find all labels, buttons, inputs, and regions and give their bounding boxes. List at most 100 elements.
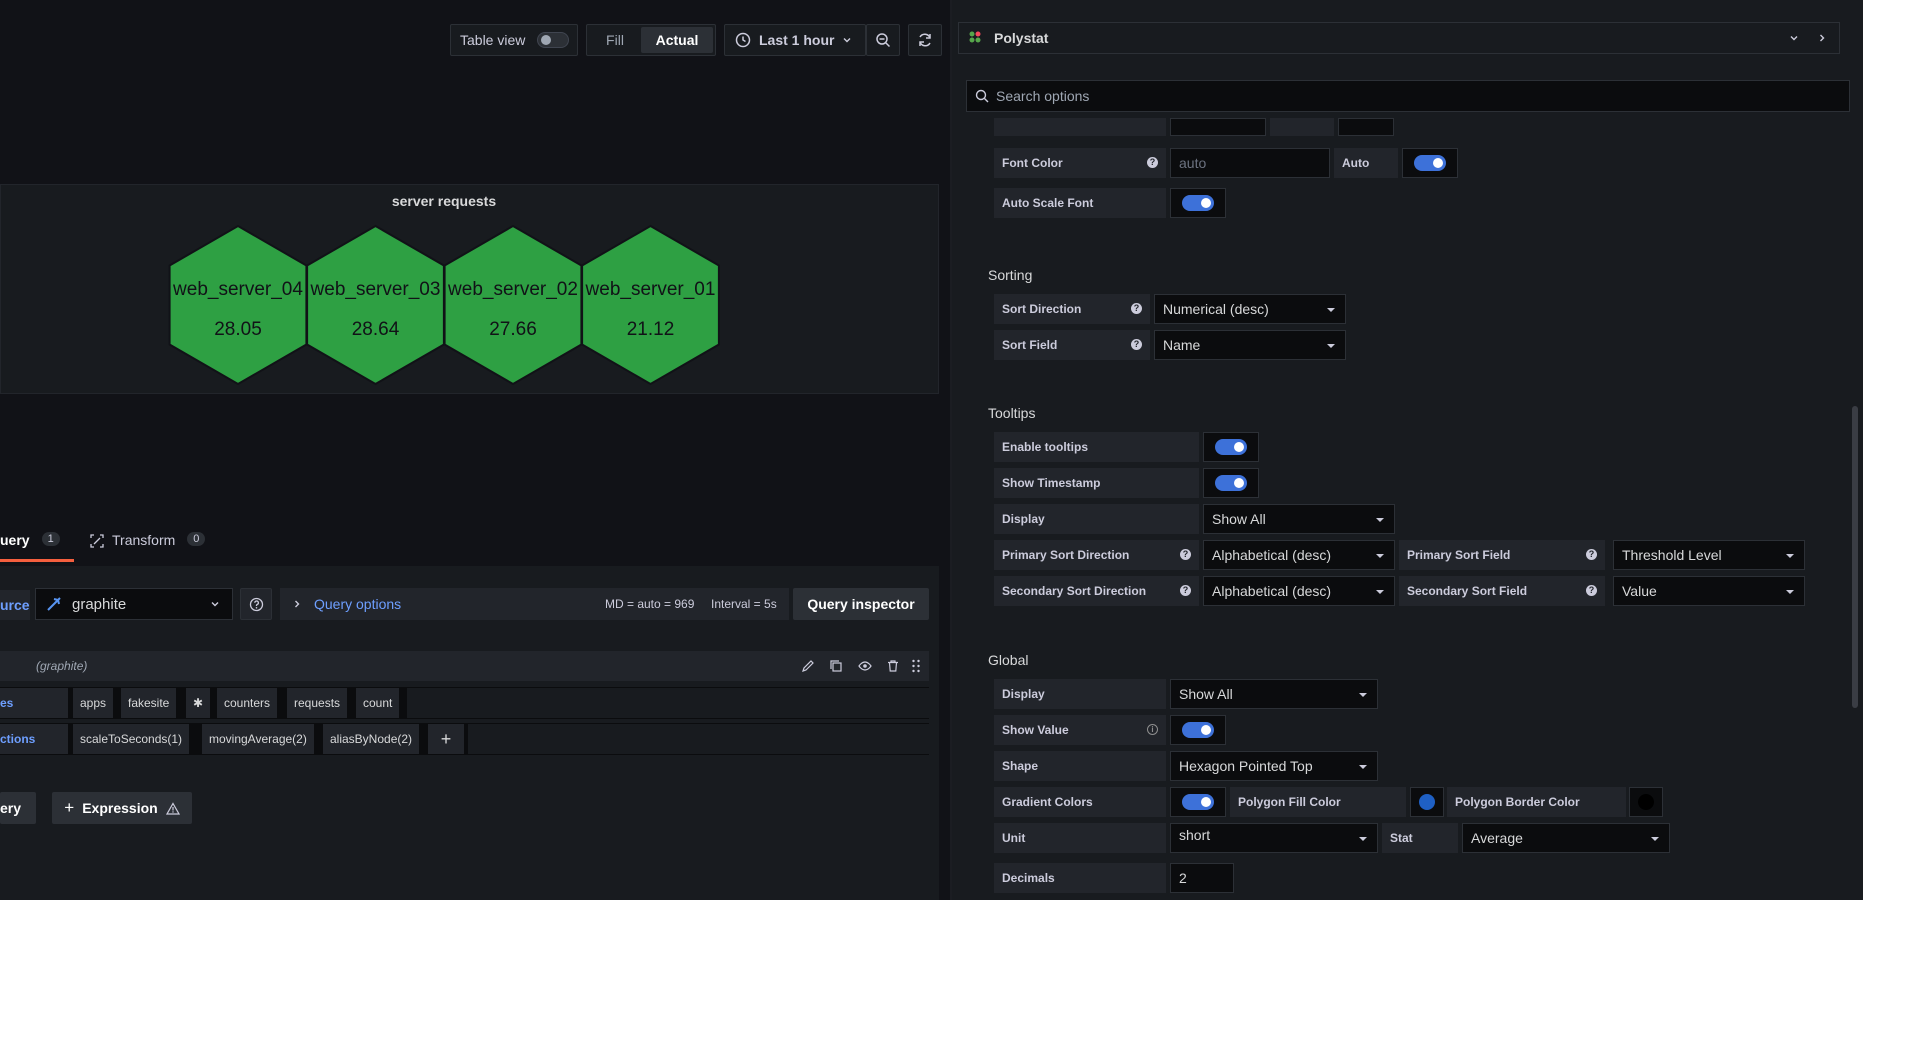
show-timestamp-cell [1203, 468, 1259, 498]
help-icon: ? [1586, 549, 1597, 560]
caret-down-icon [1327, 308, 1335, 312]
show-timestamp-toggle[interactable] [1215, 475, 1247, 491]
auto-scale-font-label: Auto Scale Font [994, 188, 1166, 218]
polygon-border-color-cell [1629, 787, 1663, 817]
polygon-fill-color-cell [1410, 787, 1444, 817]
query-inspector-button[interactable]: Query inspector [793, 588, 929, 620]
expression-label: Expression [82, 800, 158, 816]
grafana-panel-editor: Table view Fill Actual Last 1 hour serve… [0, 0, 1863, 900]
table-view-toggle[interactable]: Table view [450, 24, 578, 56]
refresh-button[interactable] [908, 24, 942, 56]
secondary-sort-field-select[interactable]: Value [1613, 576, 1805, 606]
unit-select[interactable]: short [1170, 823, 1378, 853]
actual-button[interactable]: Actual [641, 27, 713, 53]
drag-handle-icon[interactable] [911, 659, 921, 673]
add-expression-button[interactable]: + Expression [52, 792, 192, 824]
fill-button[interactable]: Fill [589, 32, 641, 48]
decimals-input[interactable]: 2 [1170, 863, 1234, 893]
add-query-button[interactable]: ery [0, 792, 36, 824]
tab-query[interactable]: uery 1 [0, 532, 74, 562]
auto-scale-font-cell [1170, 188, 1226, 218]
show-value-cell [1170, 715, 1226, 745]
caret-down-icon [1327, 344, 1335, 348]
search-options-input[interactable]: Search options [966, 80, 1850, 112]
primary-sort-direction-select[interactable]: Alphabetical (desc) [1203, 540, 1395, 570]
copy-icon[interactable] [829, 659, 843, 673]
help-icon: ? [1147, 157, 1158, 168]
polygon-fill-color-swatch[interactable] [1419, 794, 1435, 810]
chevron-right-icon [295, 600, 300, 608]
series-tag-apps[interactable]: apps [73, 688, 114, 718]
sort-direction-select[interactable]: Numerical (desc) [1154, 294, 1346, 324]
function-scale-to-seconds[interactable]: scaleToSeconds(1) [73, 724, 190, 754]
series-label: es [0, 688, 68, 718]
global-title: Global [988, 652, 1029, 668]
query-options-bar[interactable]: Query options MD = auto = 969 Interval =… [280, 588, 789, 620]
search-icon [975, 89, 989, 103]
primary-sort-field-select[interactable]: Threshold Level [1613, 540, 1805, 570]
shape-select[interactable]: Hexagon Pointed Top [1170, 751, 1378, 781]
tab-transform-label: Transform [112, 532, 176, 548]
hexagon-web_server_01[interactable] [581, 224, 720, 386]
sort-field-select[interactable]: Name [1154, 330, 1346, 360]
datasource-help-button[interactable] [240, 588, 272, 620]
chevron-right-icon[interactable] [1817, 33, 1827, 43]
plus-icon: + [64, 798, 75, 817]
eye-icon[interactable] [858, 659, 872, 673]
warning-icon [165, 801, 180, 815]
fill-actual-group: Fill Actual [586, 24, 716, 56]
hexagon-web_server_04[interactable] [168, 224, 308, 386]
datasource-name: graphite [72, 595, 127, 613]
tab-query-label: uery [0, 532, 30, 548]
tab-transform[interactable]: Transform 0 [90, 532, 206, 562]
gradient-colors-label: Gradient Colors [994, 787, 1166, 817]
refresh-icon [919, 33, 931, 47]
series-tag-counters[interactable]: counters [217, 688, 278, 718]
zoom-out-button[interactable] [866, 24, 900, 56]
series-tag-fakesite[interactable]: fakesite [121, 688, 177, 718]
viz-picker[interactable]: Polystat [958, 22, 1840, 54]
options-scrollbar[interactable] [1852, 406, 1858, 708]
table-view-switch[interactable] [537, 32, 570, 48]
polygon-border-color-swatch[interactable] [1638, 794, 1654, 810]
enable-tooltips-toggle[interactable] [1215, 439, 1247, 455]
datasource-picker[interactable]: graphite [35, 588, 233, 620]
chevron-down-icon [843, 38, 851, 43]
hexagon-web_server_03[interactable] [306, 224, 445, 386]
auto-scale-font-toggle[interactable] [1182, 195, 1214, 211]
primary-sort-direction-label: Primary Sort Direction? [994, 540, 1199, 570]
secondary-sort-direction-select[interactable]: Alphabetical (desc) [1203, 576, 1395, 606]
hexagon-value-label: 27.66 [489, 319, 537, 340]
function-moving-average[interactable]: movingAverage(2) [202, 724, 314, 754]
show-value-toggle[interactable] [1182, 722, 1214, 738]
series-tag-wildcard[interactable]: ✱ [186, 688, 211, 718]
pencil-icon[interactable] [801, 659, 815, 673]
hexagon-name-label: web_server_02 [447, 279, 578, 300]
trash-icon[interactable] [886, 659, 900, 673]
chevron-down-icon [1790, 36, 1798, 41]
time-range-picker[interactable]: Last 1 hour [724, 24, 866, 56]
series-tag-count[interactable]: count [356, 688, 400, 718]
time-range-label: Last 1 hour [759, 32, 835, 48]
function-alias-by-node[interactable]: aliasByNode(2) [323, 724, 420, 754]
primary-sort-field-label: Primary Sort Field? [1399, 540, 1605, 570]
tooltip-display-select[interactable]: Show All [1203, 504, 1395, 534]
global-display-select[interactable]: Show All [1170, 679, 1378, 709]
series-tag-requests[interactable]: requests [287, 688, 348, 718]
caret-down-icon [1376, 590, 1384, 594]
help-icon: ? [1180, 585, 1191, 596]
search-options-placeholder: Search options [996, 88, 1090, 104]
font-color-input[interactable]: auto [1170, 148, 1330, 178]
query-options-label: Query options [314, 596, 402, 612]
caret-down-icon [1359, 693, 1367, 697]
stat-select[interactable]: Average [1462, 823, 1670, 853]
gradient-colors-toggle[interactable] [1182, 794, 1214, 810]
auto-toggle[interactable] [1414, 155, 1446, 171]
series-tag-add-area[interactable] [407, 688, 929, 718]
sort-field-label: Sort Field? [994, 330, 1150, 360]
hexagon-web_server_02[interactable] [443, 224, 583, 386]
add-function-button[interactable]: + [428, 724, 464, 754]
shape-label: Shape [994, 751, 1166, 781]
sort-direction-label: Sort Direction? [994, 294, 1150, 324]
query-row-name: (graphite) [36, 659, 88, 673]
